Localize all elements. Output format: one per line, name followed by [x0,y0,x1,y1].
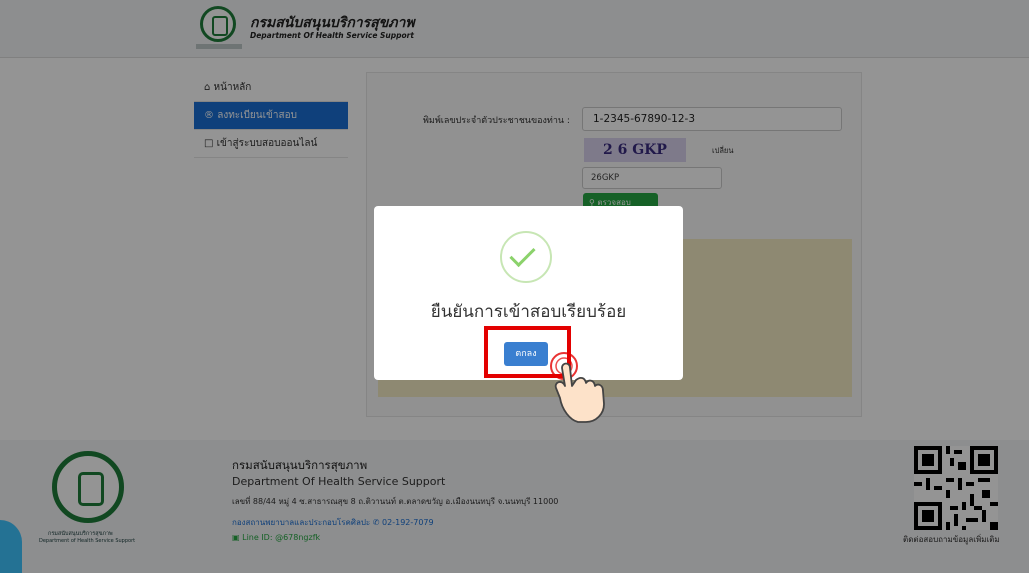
dialog-title: ยืนยันการเข้าสอบเรียบร้อย [430,302,627,322]
hand-pointer-icon [550,352,605,423]
success-check-icon [500,231,552,283]
